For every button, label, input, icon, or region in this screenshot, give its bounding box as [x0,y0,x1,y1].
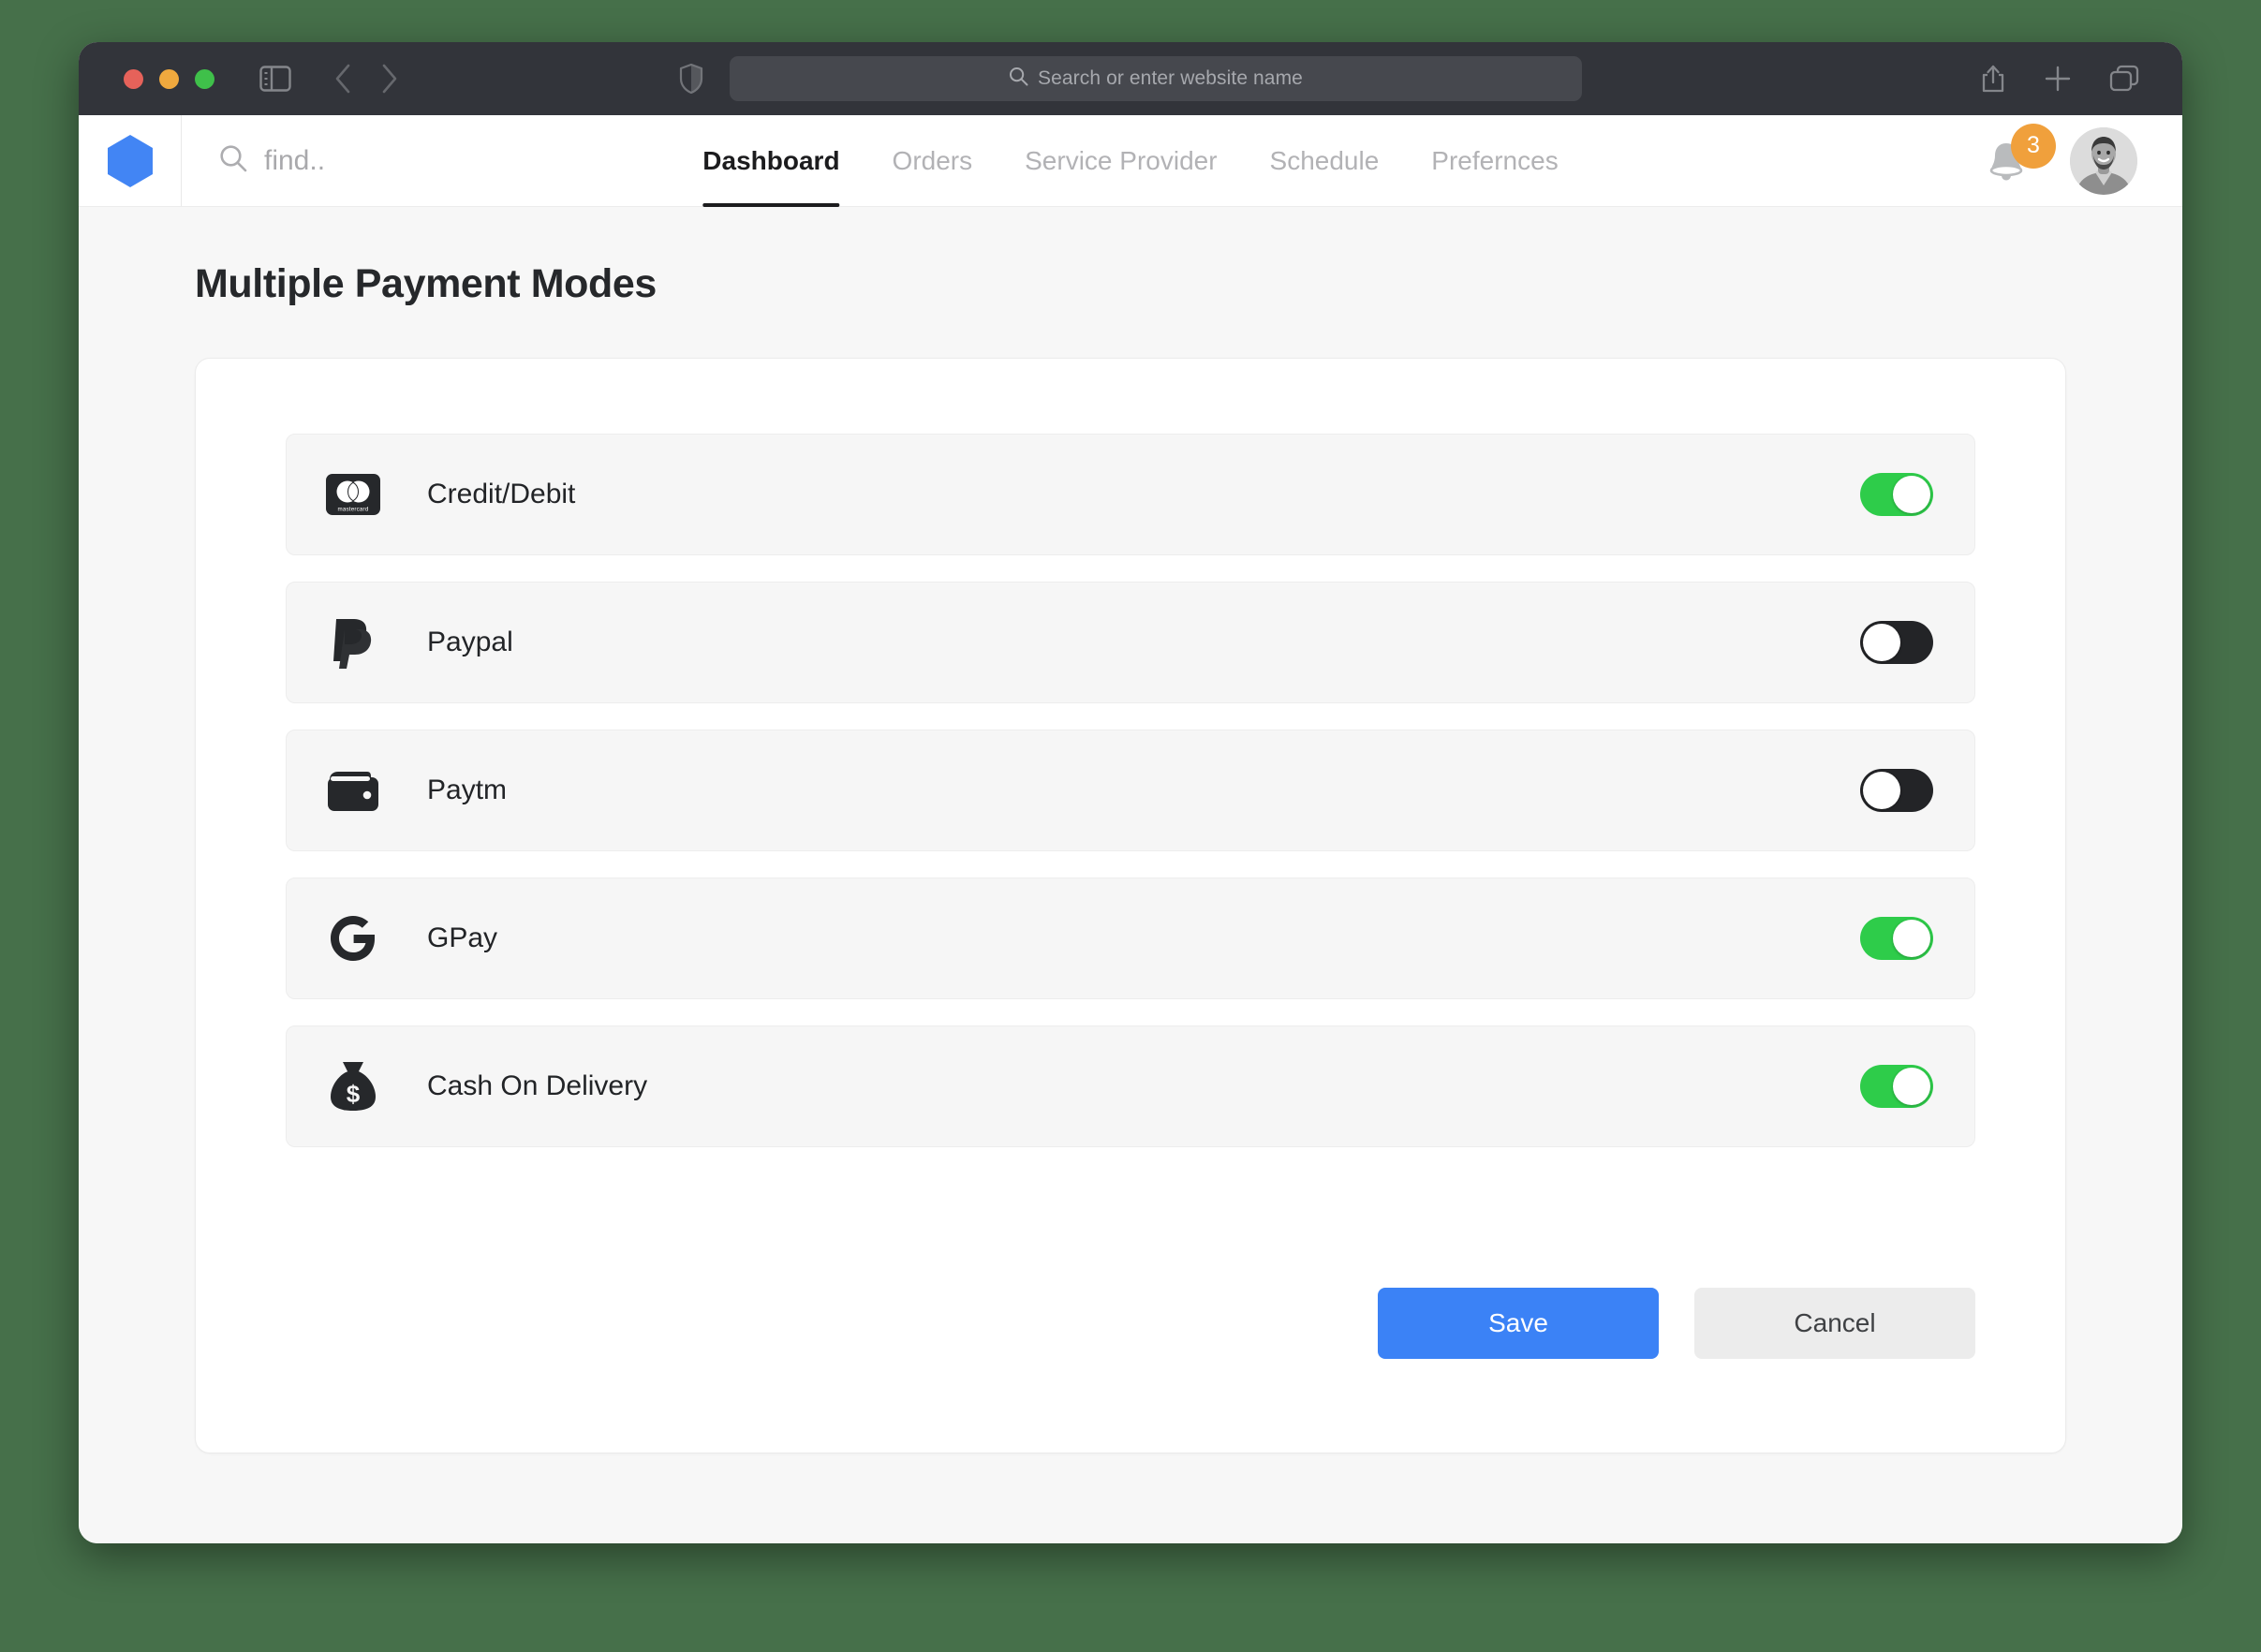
money-bag-icon: $ [324,1057,382,1115]
toggle-knob [1893,476,1930,513]
nav-label: Schedule [1269,145,1380,175]
svg-text:mastercard: mastercard [338,507,369,513]
paypal-icon [324,613,382,671]
payment-label: Paypal [427,627,513,657]
nav-item-service-provider[interactable]: Service Provider [998,115,1243,206]
notifications-button[interactable]: 3 [1986,123,2056,183]
page-content: Multiple Payment Modes mastercard Credit… [79,207,2182,1543]
nav-label: Orders [892,145,973,175]
nav-label: Dashboard [702,145,840,175]
payment-row-paypal[interactable]: Paypal [286,582,1975,703]
nav-item-prefernces[interactable]: Prefernces [1405,115,1584,206]
toggle-knob [1893,920,1930,957]
tab-overview-icon[interactable] [2109,65,2139,93]
search-icon [219,144,247,177]
google-g-icon [324,909,382,967]
wallet-icon [324,761,382,819]
close-window-button[interactable] [124,68,143,89]
header-actions: 3 [1986,123,2182,195]
page-title: Multiple Payment Modes [195,261,657,306]
search-input-placeholder: find.. [264,144,326,176]
payment-row-cash-on-delivery[interactable]: $ Cash On Delivery [286,1025,1975,1147]
payment-toggle-paytm[interactable] [1860,769,1933,812]
url-input[interactable]: Search or enter website name [730,56,1582,101]
nav-label: Service Provider [1025,145,1218,175]
shield-icon[interactable] [679,64,703,94]
avatar[interactable] [2070,126,2137,195]
app-logo[interactable] [79,115,182,206]
browser-toolbar: Search or enter website name [79,42,2182,115]
payment-label: Credit/Debit [427,479,576,509]
toggle-knob [1893,1068,1930,1105]
browser-window: Search or enter website name find.. Dash… [79,42,2182,1543]
chevron-left-icon[interactable] [332,63,353,95]
window-traffic-lights [124,68,214,89]
payment-toggle-paypal[interactable] [1860,621,1933,664]
nav-item-orders[interactable]: Orders [866,115,999,206]
payment-methods-card: mastercard Credit/Debit Paypal Paytm GPa… [195,358,2066,1453]
payment-label: Paytm [427,774,508,805]
svg-text:$: $ [347,1080,361,1108]
sidebar-icon[interactable] [259,66,291,92]
payment-toggle-gpay[interactable] [1860,917,1933,960]
user-avatar-image [2070,126,2137,195]
toggle-knob [1863,624,1900,661]
payment-toggle-credit-debit[interactable] [1860,473,1933,516]
main-navigation: Dashboard Orders Service Provider Schedu… [676,115,1584,207]
plus-icon[interactable] [2044,65,2072,93]
payment-label: Cash On Delivery [427,1070,648,1101]
nav-item-dashboard[interactable]: Dashboard [676,115,865,207]
payment-row-paytm[interactable]: Paytm [286,730,1975,851]
payment-row-credit-debit[interactable]: mastercard Credit/Debit [286,434,1975,555]
url-placeholder-text: Search or enter website name [1038,67,1303,89]
app-header: find.. Dashboard Orders Service Provider… [79,115,2182,207]
share-icon[interactable] [1980,64,2006,94]
maximize-window-button[interactable] [195,68,214,89]
payment-row-gpay[interactable]: GPay [286,878,1975,999]
chevron-right-icon[interactable] [379,63,400,95]
payment-label: GPay [427,922,498,953]
search-icon [1009,66,1028,91]
nav-item-schedule[interactable]: Schedule [1244,115,1406,206]
save-button[interactable]: Save [1378,1288,1659,1359]
card-actions: Save Cancel [286,1288,1975,1359]
notification-badge: 3 [2011,123,2056,169]
cancel-button[interactable]: Cancel [1694,1288,1975,1359]
minimize-window-button[interactable] [159,68,179,89]
payment-toggle-cash-on-delivery[interactable] [1860,1065,1933,1108]
toggle-knob [1863,772,1900,809]
browser-actions [1980,64,2160,94]
mastercard-icon: mastercard [324,465,382,524]
nav-label: Prefernces [1431,145,1559,175]
app-search[interactable]: find.. [182,144,325,177]
hexagon-logo-icon [107,134,153,187]
